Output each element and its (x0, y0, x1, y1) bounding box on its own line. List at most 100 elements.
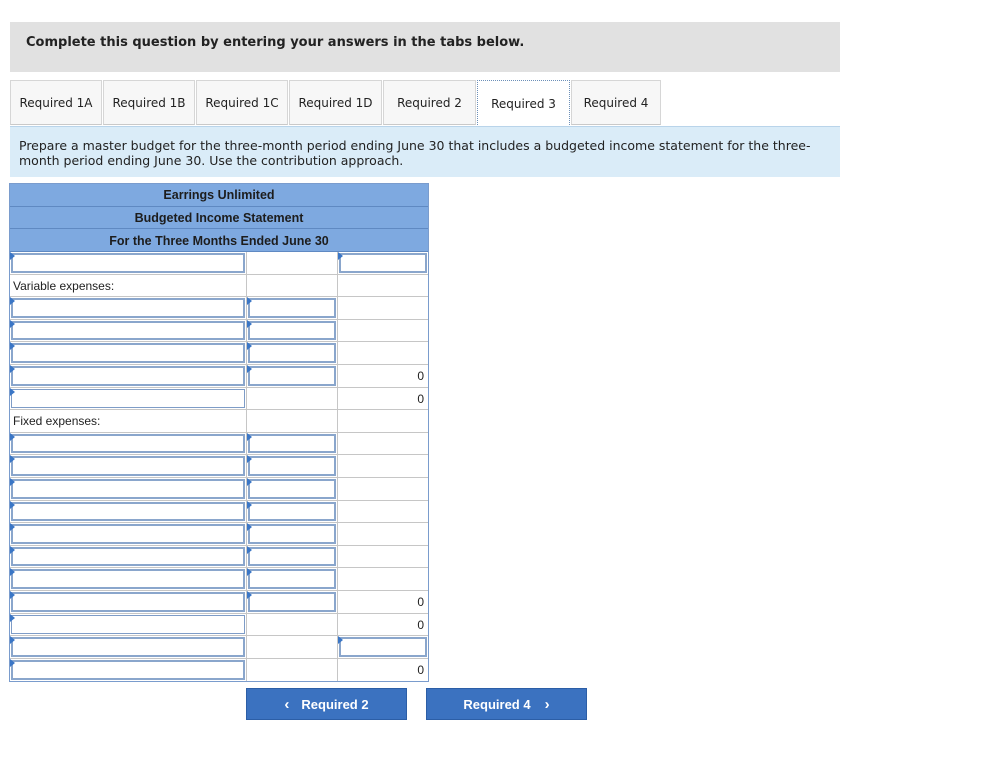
flag-icon (247, 342, 252, 351)
flag-icon (10, 658, 15, 667)
tab-required-1a[interactable]: Required 1A (10, 80, 102, 125)
next-required-button[interactable]: Required 4 › (426, 688, 587, 720)
statement-row (10, 568, 428, 591)
line-item-input[interactable] (11, 591, 245, 612)
statement-row: 0 (10, 613, 428, 637)
flag-icon (247, 568, 252, 577)
flag-icon (247, 545, 252, 554)
line-item-input[interactable] (11, 298, 245, 318)
prev-required-button[interactable]: ‹ Required 2 (246, 688, 407, 720)
statement-row (10, 252, 428, 275)
statement-row (10, 297, 428, 320)
line-item-input[interactable] (11, 320, 245, 341)
line-item-input[interactable] (11, 524, 245, 544)
flag-icon (247, 590, 252, 599)
flag-icon (10, 545, 15, 554)
amount-input[interactable] (339, 637, 427, 657)
line-item-input[interactable] (11, 456, 245, 476)
flag-icon (247, 364, 252, 373)
line-item-input[interactable] (11, 546, 245, 567)
net-operating-income-total: 0 (417, 662, 424, 677)
flag-icon (247, 500, 252, 509)
statement-title: Budgeted Income Statement (10, 207, 428, 229)
instructions-text: Complete this question by entering your … (26, 35, 525, 50)
line-item-input[interactable] (11, 614, 245, 635)
line-item-input[interactable] (11, 637, 245, 657)
amount-input[interactable] (248, 298, 336, 318)
flag-icon (10, 500, 15, 509)
statement-row (10, 523, 428, 546)
flag-icon (10, 636, 15, 645)
line-item-input[interactable] (11, 253, 245, 273)
statement-row: 0 (10, 364, 428, 388)
chevron-left-icon: ‹ (284, 695, 290, 713)
amount-input[interactable] (248, 478, 336, 499)
instructions-bar: Complete this question by entering your … (10, 22, 840, 72)
statement-row: Fixed expenses: (10, 410, 428, 433)
amount-input[interactable] (248, 433, 336, 454)
tab-required-1d[interactable]: Required 1D (289, 80, 382, 125)
flag-icon (10, 364, 15, 373)
total-fixed-expenses: 0 (417, 594, 424, 609)
contribution-margin-total: 0 (417, 391, 424, 406)
line-item-input[interactable] (11, 433, 245, 454)
flag-icon (338, 636, 343, 645)
amount-input[interactable] (248, 591, 336, 612)
statement-row: Variable expenses: (10, 274, 428, 298)
line-item-input[interactable] (11, 343, 245, 363)
tab-required-4[interactable]: Required 4 (571, 80, 661, 125)
prompt-text: Prepare a master budget for the three-mo… (19, 138, 811, 168)
statement-row (10, 636, 428, 659)
line-item-input[interactable] (11, 478, 245, 499)
flag-icon (10, 613, 15, 622)
flag-icon (10, 568, 15, 577)
statement-row (10, 477, 428, 501)
amount-input[interactable] (339, 253, 427, 273)
flag-icon (10, 387, 15, 396)
amount-input[interactable] (248, 343, 336, 363)
statement-row (10, 545, 428, 569)
tab-required-1b[interactable]: Required 1B (103, 80, 195, 125)
flag-icon (10, 523, 15, 532)
line-item-input[interactable] (11, 501, 245, 522)
flag-icon (10, 319, 15, 328)
chevron-right-icon: › (544, 695, 550, 713)
flag-icon (338, 252, 343, 260)
line-item-input[interactable] (11, 388, 245, 409)
statement-row (10, 319, 428, 343)
flag-icon (247, 297, 252, 306)
company-name: Earrings Unlimited (10, 184, 428, 207)
next-button-label: Required 4 (463, 696, 531, 712)
statement-row (10, 455, 428, 478)
statement-row: 0 (10, 387, 428, 411)
amount-input[interactable] (248, 546, 336, 567)
statement-row: 0 (10, 590, 428, 614)
line-item-input[interactable] (11, 365, 245, 386)
flag-icon (10, 297, 15, 306)
line-item-input[interactable] (11, 569, 245, 589)
flag-icon (247, 319, 252, 328)
flag-icon (10, 477, 15, 486)
amount-input[interactable] (248, 501, 336, 522)
amount-input[interactable] (248, 569, 336, 589)
amount-input[interactable] (248, 524, 336, 544)
amount-input[interactable] (248, 456, 336, 476)
income-statement: Earrings Unlimited Budgeted Income State… (9, 183, 429, 683)
tab-required-2[interactable]: Required 2 (383, 80, 476, 125)
amount-input[interactable] (248, 320, 336, 341)
flag-icon (247, 523, 252, 532)
question-prompt: Prepare a master budget for the three-mo… (10, 126, 840, 177)
amount-input[interactable] (248, 365, 336, 386)
flag-icon (10, 455, 15, 464)
variable-expenses-label: Variable expenses: (13, 278, 115, 293)
line-item-input[interactable] (11, 659, 245, 681)
statement-period: For the Three Months Ended June 30 (10, 229, 428, 252)
operating-income-total: 0 (417, 617, 424, 632)
statement-row (10, 432, 428, 456)
tab-required-1c[interactable]: Required 1C (196, 80, 288, 125)
flag-icon (10, 342, 15, 351)
tab-required-3[interactable]: Required 3 (477, 80, 570, 127)
flag-icon (247, 455, 252, 464)
flag-icon (247, 477, 252, 486)
statement-row: 0 (10, 658, 428, 682)
